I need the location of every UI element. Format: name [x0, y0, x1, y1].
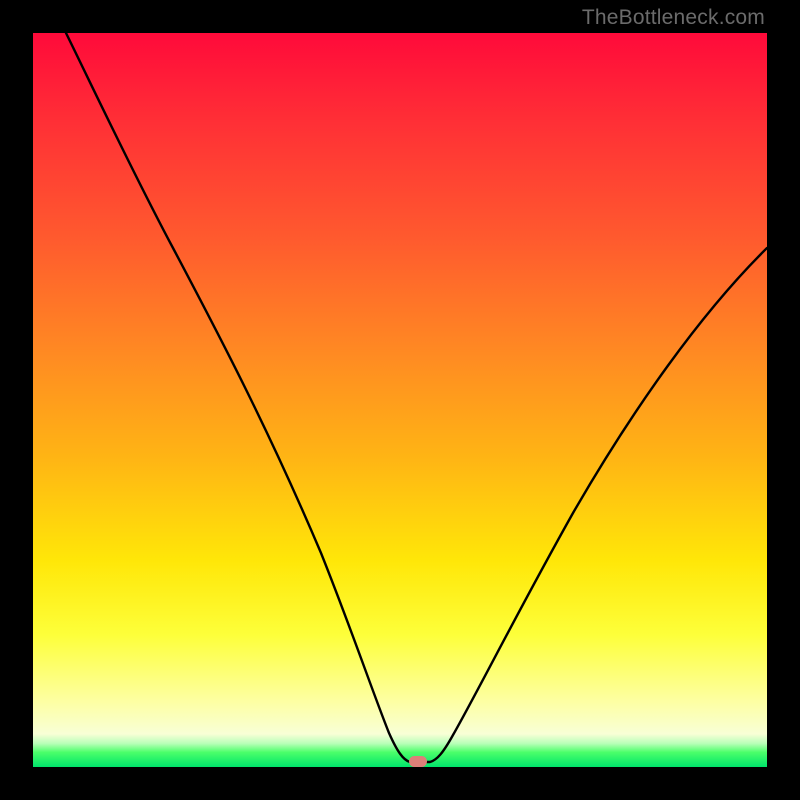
chart-frame: TheBottleneck.com — [0, 0, 800, 800]
watermark-text: TheBottleneck.com — [582, 6, 765, 30]
minimum-marker — [409, 756, 427, 767]
plot-area — [33, 33, 767, 767]
bottleneck-curve — [33, 33, 767, 767]
